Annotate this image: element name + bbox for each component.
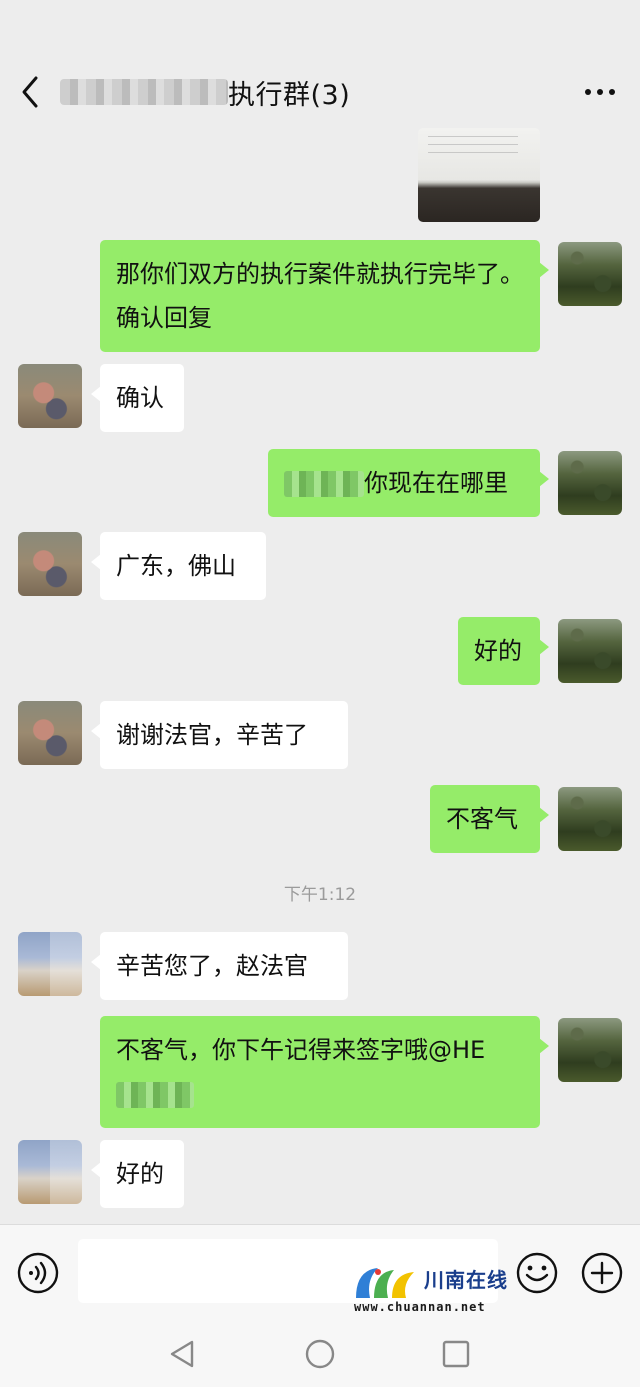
watermark: 川南在线 www.chuannan.net [352, 1262, 522, 1318]
message-text: 那你们双方的执行案件就执行完毕了。确认回复 [116, 260, 524, 332]
more-dots-icon [585, 89, 615, 95]
document-lines [428, 136, 518, 160]
message-row: 你现在在哪里 [0, 449, 640, 517]
message-row: 辛苦您了，赵法官 [0, 932, 640, 1000]
voice-button[interactable] [16, 1251, 60, 1295]
message-text: 不客气，你下午记得来签字哦@HE [116, 1036, 486, 1064]
avatar[interactable] [18, 364, 82, 428]
message-row: 广东，佛山 [0, 532, 640, 600]
message-text: 辛苦您了，赵法官 [116, 952, 308, 980]
message-row: 谢谢法官，辛苦了 [0, 701, 640, 769]
square-recents-icon [442, 1340, 470, 1368]
input-bar [0, 1224, 640, 1321]
message-text: 广东，佛山 [116, 552, 236, 580]
voice-icon [17, 1252, 59, 1294]
circle-home-icon [305, 1339, 335, 1369]
plus-icon [581, 1252, 623, 1294]
message-row: 那你们双方的执行案件就执行完毕了。确认回复 [0, 240, 640, 352]
chat-header: 执行群(3) [0, 56, 640, 128]
nav-back-button[interactable] [162, 1334, 202, 1374]
triangle-back-icon [170, 1340, 194, 1368]
chevron-left-icon [22, 76, 38, 108]
avatar[interactable] [558, 787, 622, 851]
message-bubble[interactable]: 辛苦您了，赵法官 [91, 932, 348, 1000]
message-text: 好的 [116, 1160, 164, 1188]
message-text: 你现在在哪里 [364, 469, 508, 497]
message-bubble[interactable]: 确认 [91, 364, 184, 432]
message-bubble[interactable]: 谢谢法官，辛苦了 [91, 701, 348, 769]
chat-title-wrap: 执行群(3) [60, 74, 351, 111]
avatar[interactable] [558, 619, 622, 683]
avatar[interactable] [18, 1140, 82, 1204]
system-nav-bar [0, 1320, 640, 1387]
avatar[interactable] [558, 1018, 622, 1082]
message-row [0, 128, 640, 222]
avatar[interactable] [558, 451, 622, 515]
message-row: 好的 [0, 617, 640, 685]
add-button[interactable] [580, 1251, 624, 1295]
avatar[interactable] [18, 701, 82, 765]
chat-title: 执行群(3) [228, 79, 351, 111]
avatar[interactable] [18, 532, 82, 596]
status-bar [0, 0, 640, 56]
back-button[interactable] [14, 70, 50, 114]
message-text: 确认 [116, 384, 164, 412]
watermark-logo-icon [356, 1268, 414, 1298]
message-row: 好的 [0, 1140, 640, 1208]
message-row: 确认 [0, 364, 640, 432]
timestamp: 下午1:12 [283, 885, 357, 905]
message-bubble[interactable]: 好的 [458, 617, 549, 685]
redacted-mention [116, 1082, 194, 1108]
message-text: 谢谢法官，辛苦了 [116, 721, 308, 749]
redacted-mention [284, 471, 364, 497]
message-row: 不客气 [0, 785, 640, 853]
message-text: 不客气 [446, 805, 518, 833]
message-bubble[interactable]: 你现在在哪里 [268, 449, 549, 517]
redacted-name [60, 79, 228, 105]
message-bubble[interactable]: 不客气 [430, 785, 549, 853]
message-bubble[interactable]: 不客气，你下午记得来签字哦@HE [100, 1016, 549, 1128]
message-row: 不客气，你下午记得来签字哦@HE [0, 1016, 640, 1128]
watermark-name: 川南在线 [424, 1268, 508, 1292]
image-message[interactable] [418, 128, 540, 222]
avatar[interactable] [18, 932, 82, 996]
message-bubble[interactable]: 好的 [91, 1140, 184, 1208]
chat-messages[interactable]: 那你们双方的执行案件就执行完毕了。确认回复 确认 你现在在哪里 广东，佛山 好的 [0, 128, 640, 1224]
nav-home-button[interactable] [300, 1334, 340, 1374]
avatar[interactable] [558, 242, 622, 306]
message-bubble[interactable]: 那你们双方的执行案件就执行完毕了。确认回复 [100, 240, 549, 352]
more-button[interactable] [580, 78, 620, 106]
watermark-url: www.chuannan.net [354, 1300, 486, 1314]
message-text: 好的 [474, 637, 522, 665]
message-bubble[interactable]: 广东，佛山 [91, 532, 266, 600]
nav-recents-button[interactable] [436, 1334, 476, 1374]
